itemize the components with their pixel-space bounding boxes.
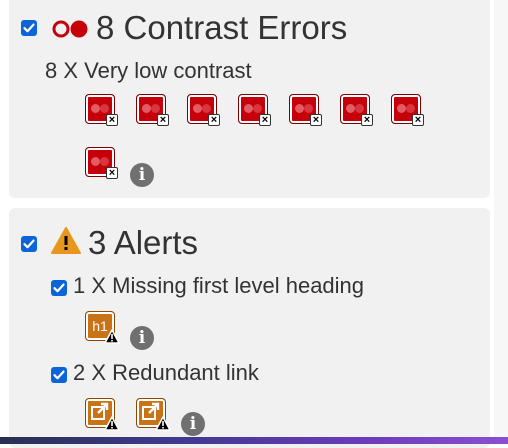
alerts-checkbox[interactable] [21,236,37,252]
contrast-errors-panel: 8 Contrast Errors 8 X Very low contrast … [9,0,490,198]
contrast-errors-icon [50,15,90,48]
redundant-link-label: 2 X Redundant link [73,360,259,385]
warning-badge-icon [104,329,120,349]
contrast-error-icon[interactable]: × [340,94,373,126]
very-low-contrast-label: 8 X Very low contrast [45,58,252,83]
alerts-title: 3 Alerts [88,224,199,261]
alerts-panel: 3 Alerts 1 X Missing first level heading… [9,208,490,448]
alert-warning-icon [50,226,82,261]
contrast-error-icon[interactable]: × [85,94,118,126]
window-bottom-edge [0,437,508,444]
redundant-link-alert-icon[interactable] [85,398,120,431]
missing-h1-checkbox[interactable] [51,280,67,296]
contrast-errors-checkbox[interactable] [21,20,37,36]
info-icon[interactable]: i [130,163,154,187]
missing-h1-label: 1 X Missing first level heading [73,273,365,298]
missing-h1-alert-icon[interactable]: h1 [85,311,120,344]
redundant-link-checkbox[interactable] [51,367,67,383]
contrast-error-icon[interactable]: × [187,94,220,126]
contrast-error-icon[interactable]: × [289,94,322,126]
info-icon[interactable]: i [130,326,154,350]
info-icon[interactable]: i [181,412,205,436]
contrast-error-icon[interactable]: × [136,94,169,126]
warning-badge-icon [104,416,120,436]
scrollbar-track[interactable] [494,0,508,444]
contrast-error-icon[interactable]: × [85,147,118,179]
redundant-link-alert-icon[interactable] [136,398,171,431]
contrast-error-icon[interactable]: × [391,94,424,126]
contrast-errors-title: 8 Contrast Errors [96,9,348,46]
contrast-error-icon[interactable]: × [238,94,271,126]
warning-badge-icon [155,416,171,436]
